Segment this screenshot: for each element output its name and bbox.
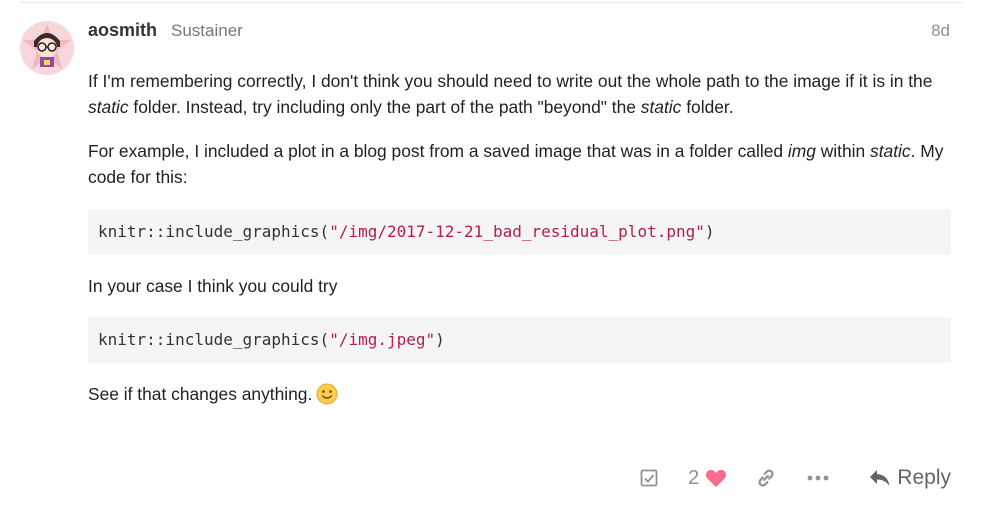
reply-button[interactable]: Reply <box>869 466 951 490</box>
topic-divider <box>20 2 963 3</box>
link-icon <box>758 469 774 487</box>
like-button[interactable]: 2 <box>688 467 727 490</box>
slightly-smiling-face-icon <box>316 383 338 412</box>
checkbox-icon <box>640 469 658 487</box>
emphasis: static <box>870 141 911 161</box>
code-block[interactable]: knitr::include_graphics("/img.jpeg") <box>88 317 951 363</box>
avatar-cartoon-icon <box>23 24 71 69</box>
code-string: "/img.jpeg" <box>329 330 436 349</box>
paragraph: For example, I included a plot in a blog… <box>88 141 944 187</box>
paragraph: In your case I think you could try <box>88 276 338 296</box>
code-string: "/img/2017-12-21_bad_residual_plot.png" <box>329 222 705 241</box>
emphasis: img <box>787 141 816 161</box>
reply-label: Reply <box>897 466 951 489</box>
like-count: 2 <box>688 466 700 489</box>
emphasis: static <box>640 97 682 117</box>
avatar[interactable] <box>20 21 74 75</box>
emphasis: static <box>88 97 129 117</box>
more-actions-button[interactable] <box>807 475 829 481</box>
paragraph: See if that changes anything. <box>88 381 338 412</box>
paragraph: If I'm remembering correctly, I don't th… <box>88 71 933 117</box>
bookmark-button[interactable] <box>640 469 658 487</box>
username[interactable]: aosmith <box>88 20 157 41</box>
user-title: Sustainer <box>171 21 243 40</box>
share-link-button[interactable] <box>755 467 777 489</box>
post-date[interactable]: 8d <box>931 21 950 41</box>
post-controls: 2 Reply <box>640 460 951 496</box>
reply-arrow-icon <box>870 470 890 486</box>
ellipsis-icon <box>807 475 829 481</box>
heart-icon <box>706 469 727 488</box>
code-block[interactable]: knitr::include_graphics("/img/2017-12-21… <box>88 209 951 255</box>
